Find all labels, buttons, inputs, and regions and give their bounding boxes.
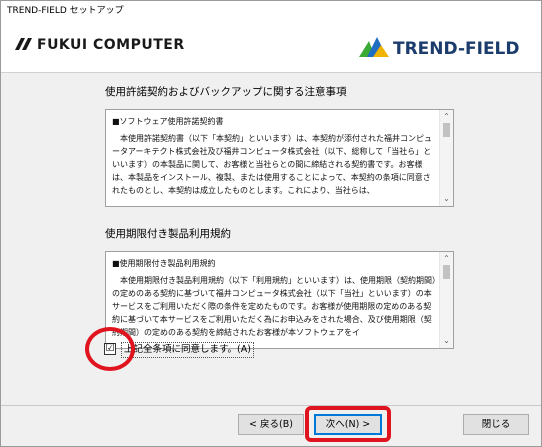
fukui-logo-icon [15,38,32,50]
agree-label[interactable]: 上記全条項に同意します。(A) [121,342,254,358]
license-textbox[interactable]: ■ソフトウェア使用許諾契約書 本使用許諾契約書（以下「本契約」といいます）は、本… [105,109,454,207]
term-scrollbar[interactable]: ⌃ ⌄ [439,252,453,348]
trend-field-logo: TREND-FIELD [359,37,520,59]
scroll-thumb[interactable] [443,265,450,279]
scroll-down-icon[interactable]: ⌄ [440,193,453,205]
license-scrollbar[interactable]: ⌃ ⌄ [439,110,453,206]
license-body: 本使用許諾契約書（以下「本契約」といいます）は、本契約が添付された福井コンピュー… [112,134,432,195]
trend-field-logo-text: TREND-FIELD [393,39,520,59]
scroll-thumb[interactable] [443,123,450,137]
close-button[interactable]: 閉じる [463,414,529,435]
next-button-highlight [305,406,391,442]
term-heading: ■使用期限付き製品利用規約 [112,259,216,268]
back-button[interactable]: < 戻る(B) [238,414,304,435]
scroll-down-icon[interactable]: ⌄ [440,335,453,347]
window-title: TREND-FIELD セットアップ [1,1,541,21]
fukui-computer-logo: FUKUI COMPUTER [15,37,185,53]
fukui-logo-text: FUKUI COMPUTER [37,37,185,53]
term-section-title: 使用期限付き製品利用規約 [105,228,231,240]
checkbox-highlight-circle [85,327,135,371]
header-banner: FUKUI COMPUTER TREND-FIELD [1,21,541,73]
footer-divider [1,405,541,406]
term-body: 本使用期限付き製品利用規約（以下「利用規約」といいます）は、使用期限（契約期間）… [112,276,436,337]
header-divider [1,72,541,73]
scroll-up-icon[interactable]: ⌃ [440,111,453,123]
license-section-title: 使用許諾契約およびバックアップに関する注意事項 [105,86,347,98]
scroll-up-icon[interactable]: ⌃ [440,253,453,265]
setup-window: TREND-FIELD セットアップ FUKUI COMPUTER TREND-… [0,0,542,447]
license-heading: ■ソフトウェア使用許諾契約書 [112,117,224,126]
term-textbox[interactable]: ■使用期限付き製品利用規約 本使用期限付き製品利用規約（以下「利用規約」といいま… [105,251,454,349]
trend-field-logo-icon [359,37,389,57]
